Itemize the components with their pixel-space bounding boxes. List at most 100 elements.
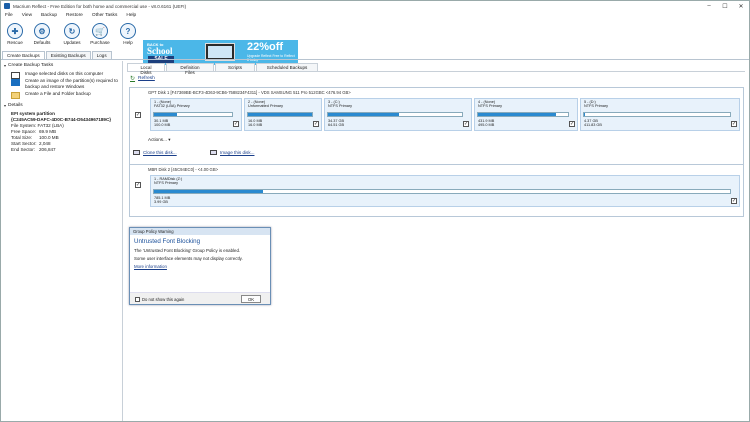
help-icon: ? [120, 23, 136, 39]
defaults-button[interactable]: ⚙ Defaults [29, 22, 55, 50]
do-not-show-checkbox[interactable]: Do not show this again [135, 297, 184, 302]
menu-file[interactable]: File [5, 13, 13, 18]
partition-total: 3.99 GB [154, 200, 168, 205]
menu-view[interactable]: View [22, 13, 32, 18]
collapse-icon: ▾ [4, 102, 7, 108]
partition-fill [478, 113, 557, 116]
checkbox-box [135, 297, 140, 302]
disk-2-panel: MBR Disk 2 [45C94EC0] - <4.00 GB> ✓ 1 - … [129, 164, 744, 217]
rescue-label: Rescue [7, 40, 23, 45]
partition-3[interactable]: 3 - (C:) NTFS Primary 34.37 GB 64.51 GB ✓ [324, 98, 472, 131]
defaults-icon: ⚙ [34, 23, 50, 39]
rescue-button[interactable]: ✚ Rescue [2, 22, 28, 50]
partition-type: NTFS Primary [584, 104, 609, 109]
disk-1-checkbox[interactable]: ✓ [135, 112, 141, 118]
menu-restore[interactable]: Restore [66, 13, 83, 18]
partition-total: 411.83 GB [584, 123, 602, 128]
partition-used: 431.9 MB [478, 119, 495, 123]
menu-help[interactable]: Help [126, 13, 136, 18]
actions-dropdown[interactable]: Actions... ▾ [148, 137, 171, 143]
help-button[interactable]: ? Help [115, 22, 141, 50]
disk-1-panel: GPT Disk 1 [F47369BE-BCF3-4D63-9CB6-7588… [129, 87, 744, 175]
disk-2-header: MBR Disk 2 [45C94EC0] - <4.00 GB> [148, 167, 219, 172]
partition-usage-bar [153, 112, 233, 117]
main-tabs: Create Backups Existing Backups Logs [1, 51, 749, 60]
tab-existing-backups[interactable]: Existing Backups [45, 51, 91, 59]
partition-total: 64.51 GB [328, 123, 345, 128]
task-label: Create a File and Folder backup [25, 91, 91, 97]
purchase-label: Purchase [90, 40, 110, 45]
task-image-windows[interactable]: Create an image of the partition(s) requ… [1, 77, 122, 90]
partition-4[interactable]: 4 - (None) NTFS Primary 431.9 MB 495.0 MB … [474, 98, 578, 131]
purchase-icon: 🛒 [92, 23, 108, 39]
partition-usage-bar [247, 112, 313, 117]
partition-checkbox[interactable]: ✓ [313, 121, 319, 127]
partition-checkbox[interactable]: ✓ [731, 121, 737, 127]
chevron-down-icon: ▾ [168, 137, 171, 142]
refresh-link[interactable]: ↻ Refresh [130, 75, 155, 82]
updates-label: Updates [63, 40, 81, 45]
tab-create-backups[interactable]: Create Backups [2, 51, 45, 59]
details-section-header[interactable]: ▾ Details [1, 101, 122, 110]
disk-tabs: Local Disks Definition Files Scripts Sch… [127, 63, 745, 75]
ok-button[interactable]: OK [241, 295, 261, 303]
task-image-disks[interactable]: Image selected disks on this computer [1, 70, 122, 79]
partition-title: 1 - (None) [154, 100, 172, 104]
clone-disk-link[interactable]: Clone this disk... [133, 150, 177, 155]
partition-fill [584, 113, 586, 116]
task-label: Create an image of the partition(s) requ… [25, 78, 118, 89]
maximize-button[interactable]: ☐ [717, 1, 733, 11]
image-disk-link[interactable]: Image this disk... [210, 150, 254, 155]
purchase-button[interactable]: 🛒 Purchase [87, 22, 113, 50]
close-button[interactable]: ✕ [733, 1, 749, 11]
partition-fill [154, 113, 178, 116]
dialog-footer: Do not show this again OK [130, 292, 270, 304]
tab-scripts[interactable]: Scripts [215, 63, 255, 71]
tab-definition-files[interactable]: Definition Files [166, 63, 214, 75]
toolbar: ✚ Rescue ⚙ Defaults ↻ Updates 🛒 Purchase… [1, 20, 749, 65]
menu-bar: File View Backup Restore Other Tasks Hel… [1, 11, 749, 20]
disk-1-header: GPT Disk 1 [F47369BE-BCF3-4D63-9CB6-7588… [148, 90, 351, 95]
image-icon [210, 150, 217, 155]
partition-1[interactable]: 1 - (None) FAT32 (LBA) Primary 30.1 MB 100… [150, 98, 242, 131]
minimize-button[interactable]: – [701, 1, 717, 11]
dialog-heading: Untrusted Font Blocking [134, 238, 201, 245]
updates-button[interactable]: ↻ Updates [59, 22, 85, 50]
dialog-message-1: The 'Untrusted Font Blocking' Group Poli… [134, 248, 241, 253]
left-panel: ▾ Create Backup Tasks Image selected dis… [1, 61, 123, 421]
partition-usage-bar [477, 112, 569, 117]
partition-usage-bar [583, 112, 731, 117]
partition-name: EFI system partition [11, 110, 55, 116]
partition-total: 100.0 MB [154, 123, 171, 128]
partition-used: 34.37 GB [328, 119, 345, 123]
partition-checkbox[interactable]: ✓ [731, 198, 737, 204]
partition-title: 2 - (None) [248, 100, 266, 104]
partition-ramdisk[interactable]: 1 - RAMDisk (Z:) NTFS Primary 785.1 MB 3.9… [150, 175, 740, 207]
rescue-icon: ✚ [7, 23, 23, 39]
partition-checkbox[interactable]: ✓ [463, 121, 469, 127]
partition-checkbox[interactable]: ✓ [233, 121, 239, 127]
details-body: EFI system partition {C245AC59-DAFC-4D0C… [1, 110, 122, 154]
partition-type: NTFS Primary [154, 181, 179, 186]
more-information-link[interactable]: More information [130, 263, 270, 270]
details-header-label: Details [8, 102, 23, 108]
clone-icon [133, 150, 140, 155]
partition-5[interactable]: 5 - (D:) NTFS Primary 4.37 GB 411.83 GB ✓ [580, 98, 740, 131]
partition-2[interactable]: 2 - (None) Unformatted Primary 16.0 MB 16.… [244, 98, 322, 131]
tab-local-disks[interactable]: Local Disks [127, 63, 165, 75]
main-window: Macrium Reflect - Free Edition for both … [0, 0, 750, 422]
partition-used: 4.37 GB [584, 119, 598, 123]
partition-checkbox[interactable]: ✓ [569, 121, 575, 127]
tab-logs[interactable]: Logs [91, 51, 112, 59]
defaults-label: Defaults [33, 40, 51, 45]
menu-backup[interactable]: Backup [41, 13, 57, 18]
menu-other-tasks[interactable]: Other Tasks [92, 13, 118, 18]
disk-2-checkbox[interactable]: ✓ [135, 182, 141, 188]
partition-title: 5 - (D:) [584, 100, 596, 104]
task-file-folder-backup[interactable]: Create a File and Folder backup [1, 90, 122, 100]
refresh-label: Refresh [138, 76, 155, 81]
tasks-section-header[interactable]: ▾ Create Backup Tasks [1, 61, 122, 70]
tab-scheduled-backups[interactable]: Scheduled Backups [256, 63, 318, 71]
end-sector-key: End Sector: [11, 146, 36, 152]
partition-title: 1 - RAMDisk (Z:) [154, 177, 183, 181]
